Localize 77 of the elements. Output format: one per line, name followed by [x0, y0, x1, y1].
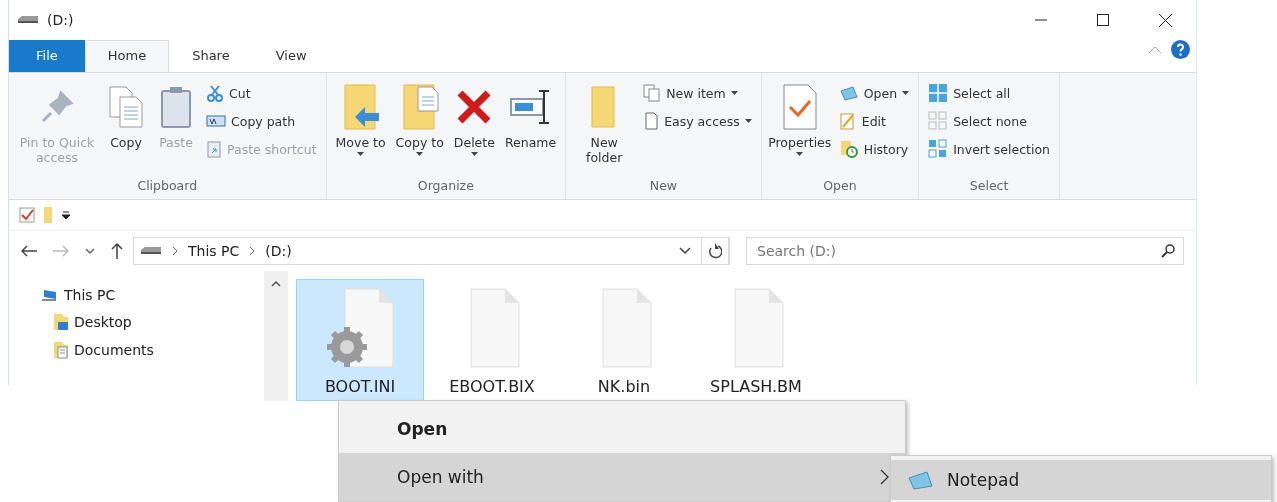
ribbon-button[interactable]: Select none: [925, 109, 1054, 133]
help-icon[interactable]: [1171, 40, 1190, 59]
gear-file-icon: [325, 287, 395, 369]
notepad-icon: [838, 85, 859, 101]
ribbon-button[interactable]: Open: [835, 81, 913, 105]
history-icon: [838, 139, 859, 159]
group-label: Open: [822, 178, 858, 195]
group-label: Organize: [416, 178, 475, 195]
group-label: Select: [968, 178, 1010, 195]
scroll-up-icon[interactable]: [271, 281, 281, 287]
search-field[interactable]: Search (D:): [746, 237, 1184, 265]
ribbon-button[interactable]: Edit: [835, 109, 913, 133]
scrollbar[interactable]: [264, 271, 288, 401]
computer-icon: [41, 288, 59, 302]
ribbon-tab[interactable]: Share: [169, 40, 253, 72]
refresh-icon[interactable]: [708, 243, 722, 259]
nav-item[interactable]: Documents: [53, 339, 264, 361]
window-title: (D:): [47, 12, 75, 28]
maximize-icon[interactable]: [1097, 14, 1109, 26]
customize-icon: [61, 210, 71, 220]
ribbon-button[interactable]: New folder: [572, 79, 637, 178]
dropdown-icon[interactable]: [679, 247, 691, 255]
file-item[interactable]: NK.bin: [560, 279, 688, 401]
address-bar[interactable]: This PC (D:): [133, 237, 730, 265]
back-icon[interactable]: [21, 245, 37, 257]
folder-icon: [43, 206, 53, 224]
nav-item[interactable]: This PC: [41, 285, 264, 305]
ribbon-tab[interactable]: View: [252, 40, 330, 72]
ribbon-button[interactable]: Easy access: [640, 109, 755, 133]
group-label: Clipboard: [136, 178, 199, 195]
ribbon-button[interactable]: Copy to: [392, 79, 447, 178]
recent-icon[interactable]: [85, 248, 95, 254]
invert-grid-icon: [928, 139, 949, 159]
ribbon-button[interactable]: Move to: [332, 79, 389, 178]
ribbon-button[interactable]: Copy path: [203, 109, 320, 133]
file-item[interactable]: SPLASH.BM: [692, 279, 820, 401]
grid-icon: [928, 83, 949, 103]
new-item-icon: [643, 84, 662, 102]
ribbon-button[interactable]: Invert selection: [925, 137, 1054, 161]
file-menu-tab[interactable]: File: [9, 40, 85, 72]
nav-item[interactable]: Desktop: [53, 311, 264, 333]
scissors-icon: [206, 84, 224, 102]
ribbon-button[interactable]: Copy: [103, 79, 149, 178]
menu-item[interactable]: Open with: [339, 453, 905, 501]
group-label: New: [648, 178, 679, 195]
file-item[interactable]: BOOT.INI: [296, 279, 424, 401]
ribbon-button[interactable]: Rename: [501, 79, 560, 178]
ribbon-button[interactable]: History: [835, 137, 913, 161]
drive-icon: [17, 15, 39, 25]
shortcut-icon: [206, 140, 222, 158]
menu-item[interactable]: Open: [339, 405, 905, 453]
page-icon: [643, 112, 660, 130]
properties-icon: [19, 207, 35, 223]
chevron-icon: [172, 246, 178, 256]
empty-grid-icon: [928, 111, 949, 131]
notepad-icon: [907, 470, 933, 490]
edit-icon: [838, 112, 857, 130]
ribbon-button[interactable]: Delete: [450, 79, 498, 178]
ribbon-button[interactable]: Select all: [925, 81, 1054, 105]
copy-icon: [106, 85, 146, 129]
up-icon[interactable]: [111, 243, 123, 259]
path-icon: [206, 114, 226, 128]
breadcrumb[interactable]: (D:): [265, 243, 292, 259]
file-item[interactable]: EBOOT.BIX: [428, 279, 556, 401]
breadcrumb[interactable]: This PC: [188, 243, 240, 259]
ribbon-button[interactable]: Properties: [767, 79, 832, 178]
drive-icon: [140, 246, 162, 256]
search-input[interactable]: Search (D:): [755, 242, 1161, 260]
desktop-folder-icon: [53, 313, 69, 331]
ribbon-button[interactable]: New item: [640, 81, 755, 105]
menu-item[interactable]: Notepad: [891, 460, 1271, 500]
ribbon-button[interactable]: Cut: [203, 81, 320, 105]
close-icon[interactable]: [1159, 13, 1172, 27]
ribbon-tab[interactable]: Home: [84, 40, 170, 72]
chevron-icon: [249, 246, 256, 256]
search-icon: [1161, 244, 1175, 258]
documents-folder-icon: [53, 341, 69, 359]
